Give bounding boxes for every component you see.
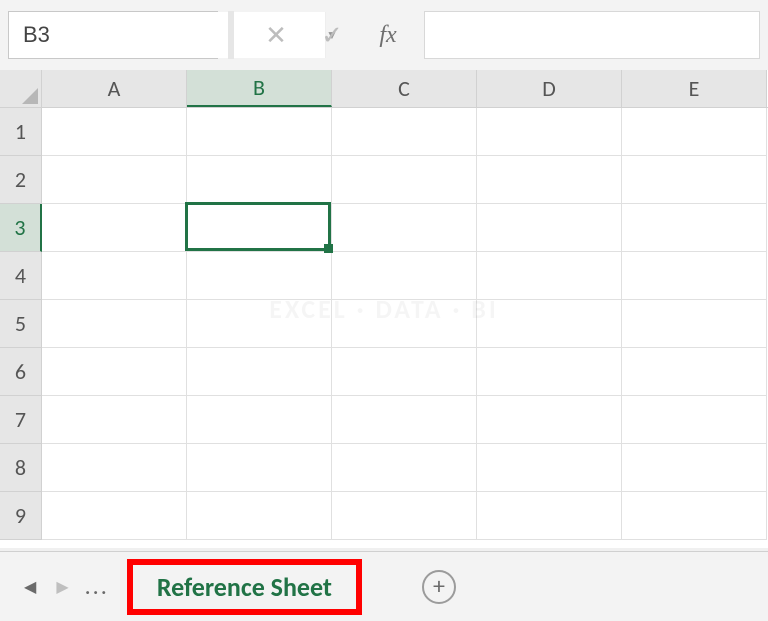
cell[interactable]: [622, 444, 767, 492]
cell[interactable]: [477, 396, 622, 444]
cell[interactable]: [477, 156, 622, 204]
row-headers-column: 1 2 3 4 5 6 7 8 9: [0, 108, 42, 548]
cell[interactable]: [187, 492, 332, 540]
enter-icon: ✓: [304, 11, 360, 59]
insert-function-button[interactable]: fx: [360, 11, 416, 59]
cell[interactable]: [332, 108, 477, 156]
cell[interactable]: [622, 108, 767, 156]
cell[interactable]: [187, 108, 332, 156]
column-header[interactable]: E: [622, 70, 767, 107]
cell[interactable]: [42, 156, 187, 204]
cell[interactable]: [332, 300, 477, 348]
sheet-tab[interactable]: Reference Sheet: [157, 571, 332, 603]
cell[interactable]: [477, 444, 622, 492]
cell[interactable]: [622, 252, 767, 300]
grid-body: 1 2 3 4 5 6 7 8 9: [0, 108, 768, 548]
cell[interactable]: [477, 348, 622, 396]
cell[interactable]: [42, 444, 187, 492]
cell[interactable]: [332, 492, 477, 540]
cell[interactable]: [187, 156, 332, 204]
cell[interactable]: [622, 204, 767, 252]
cell[interactable]: [42, 252, 187, 300]
cell[interactable]: [187, 444, 332, 492]
spreadsheet-grid: A B C D E 1 2 3 4 5 6 7 8 9 EXCEL · DATA…: [0, 70, 768, 548]
cell-row: [42, 396, 768, 444]
cell[interactable]: [622, 492, 767, 540]
formula-bar-buttons: ✕ ✓ fx: [248, 11, 416, 59]
cell[interactable]: [477, 300, 622, 348]
cell[interactable]: [187, 204, 332, 252]
formula-bar-separator: [228, 11, 234, 59]
cell[interactable]: [477, 252, 622, 300]
cell[interactable]: [42, 204, 187, 252]
select-all-button[interactable]: [0, 70, 42, 107]
cell-row: [42, 204, 768, 252]
formula-input[interactable]: [424, 11, 760, 59]
cell[interactable]: [477, 108, 622, 156]
row-header[interactable]: 7: [0, 396, 42, 444]
cell[interactable]: [622, 348, 767, 396]
cell[interactable]: [622, 396, 767, 444]
cell[interactable]: [332, 444, 477, 492]
cell[interactable]: [477, 204, 622, 252]
cell[interactable]: [42, 492, 187, 540]
cell-row: [42, 156, 768, 204]
cell[interactable]: [42, 108, 187, 156]
tab-nav-prev-icon[interactable]: ◀: [24, 577, 36, 597]
row-header[interactable]: 2: [0, 156, 42, 204]
row-header[interactable]: 5: [0, 300, 42, 348]
row-header[interactable]: 8: [0, 444, 42, 492]
tab-nav-next-icon[interactable]: ▶: [56, 577, 68, 597]
cell-row: [42, 444, 768, 492]
row-header[interactable]: 1: [0, 108, 42, 156]
row-header[interactable]: 4: [0, 252, 42, 300]
cell[interactable]: [332, 252, 477, 300]
name-box-container: ▼: [8, 11, 218, 59]
cell[interactable]: [477, 492, 622, 540]
column-header[interactable]: B: [187, 70, 332, 107]
cell-row: [42, 492, 768, 540]
cell[interactable]: [332, 204, 477, 252]
cell[interactable]: [622, 300, 767, 348]
cancel-icon: ✕: [248, 11, 304, 59]
cell[interactable]: [187, 300, 332, 348]
add-sheet-button[interactable]: +: [422, 570, 456, 604]
cell-row: [42, 348, 768, 396]
cell-row: [42, 252, 768, 300]
cell[interactable]: [332, 348, 477, 396]
row-header[interactable]: 6: [0, 348, 42, 396]
cells-area[interactable]: [42, 108, 768, 548]
cell[interactable]: [332, 396, 477, 444]
active-tab-highlight: Reference Sheet: [127, 559, 362, 615]
column-header[interactable]: D: [477, 70, 622, 107]
cell[interactable]: [42, 396, 187, 444]
cell-row: [42, 108, 768, 156]
cell[interactable]: [187, 396, 332, 444]
column-headers-row: A B C D E: [0, 70, 768, 108]
column-header[interactable]: A: [42, 70, 187, 107]
tab-overflow-icon[interactable]: ...: [85, 572, 109, 601]
cell[interactable]: [187, 252, 332, 300]
formula-bar: ▼ ✕ ✓ fx: [0, 0, 768, 70]
column-header[interactable]: C: [332, 70, 477, 107]
cell[interactable]: [332, 156, 477, 204]
cell[interactable]: [187, 348, 332, 396]
cell[interactable]: [622, 156, 767, 204]
cell[interactable]: [42, 300, 187, 348]
row-header[interactable]: 3: [0, 204, 42, 252]
cell-row: [42, 300, 768, 348]
cell[interactable]: [42, 348, 187, 396]
row-header[interactable]: 9: [0, 492, 42, 540]
sheet-tabs-bar: ◀ ▶ ... Reference Sheet +: [0, 551, 768, 621]
